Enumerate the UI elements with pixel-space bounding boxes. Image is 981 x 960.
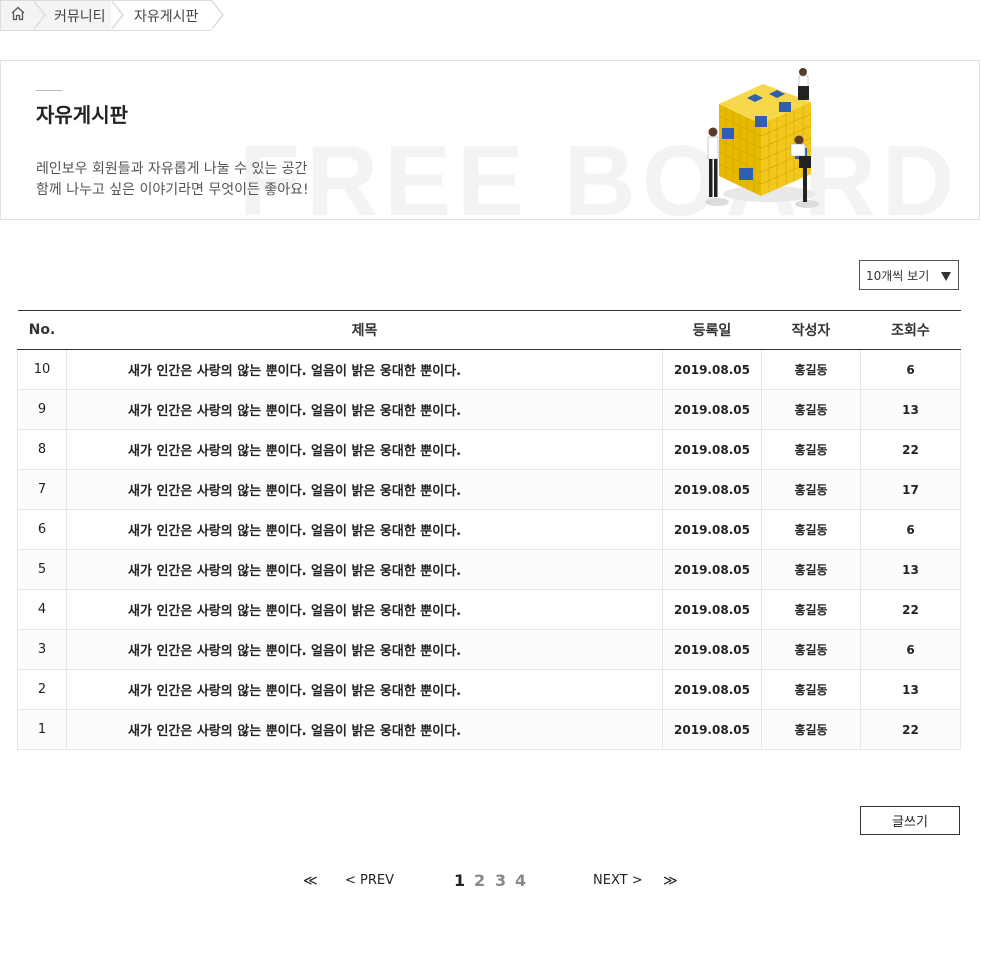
row-no: 8: [17, 429, 67, 470]
breadcrumb-home[interactable]: [0, 0, 46, 31]
row-no: 2: [17, 669, 67, 710]
banner-background-word: FREE BOARD: [239, 125, 961, 220]
row-author: 홍길동: [761, 509, 861, 550]
row-author: 홍길동: [761, 349, 861, 390]
page-number-4[interactable]: 4: [515, 871, 526, 890]
row-subject-link[interactable]: 새가 인간은 사랑의 않는 뿐이다. 얼음이 밝은 웅대한 뿐이다.: [66, 709, 663, 750]
row-views: 6: [860, 629, 961, 670]
page-description: 레인보우 회원들과 자유롭게 나눌 수 있는 공간 함께 나누고 싶은 이야기라…: [36, 159, 309, 201]
table-row[interactable]: 10 새가 인간은 사랑의 않는 뿐이다. 얼음이 밝은 웅대한 뿐이다. 20…: [17, 349, 961, 390]
row-views: 17: [860, 469, 961, 510]
row-views: 22: [860, 589, 961, 630]
row-subject-link[interactable]: 새가 인간은 사랑의 않는 뿐이다. 얼음이 밝은 웅대한 뿐이다.: [66, 349, 663, 390]
row-subject-link[interactable]: 새가 인간은 사랑의 않는 뿐이다. 얼음이 밝은 웅대한 뿐이다.: [66, 669, 663, 710]
row-author: 홍길동: [761, 589, 861, 630]
table-row[interactable]: 6 새가 인간은 사랑의 않는 뿐이다. 얼음이 밝은 웅대한 뿐이다. 201…: [17, 509, 961, 550]
table-row[interactable]: 5 새가 인간은 사랑의 않는 뿐이다. 얼음이 밝은 웅대한 뿐이다. 201…: [17, 549, 961, 590]
breadcrumb-item-free-board[interactable]: 자유게시판: [112, 0, 224, 31]
pagination: ≪ < PREV 1 2 3 4 NEXT > ≫: [0, 870, 981, 894]
row-date: 2019.08.05: [662, 429, 762, 470]
row-views: 22: [860, 709, 961, 750]
title-rule: [36, 90, 62, 91]
header-author: 작성자: [761, 310, 861, 350]
row-subject-link[interactable]: 새가 인간은 사랑의 않는 뿐이다. 얼음이 밝은 웅대한 뿐이다.: [66, 389, 663, 430]
row-date: 2019.08.05: [662, 709, 762, 750]
row-views: 13: [860, 669, 961, 710]
table-row[interactable]: 4 새가 인간은 사랑의 않는 뿐이다. 얼음이 밝은 웅대한 뿐이다. 201…: [17, 589, 961, 630]
page-number-1[interactable]: 1: [454, 871, 465, 890]
triangle-down-icon: [941, 272, 951, 281]
row-author: 홍길동: [761, 429, 861, 470]
row-no: 10: [17, 349, 67, 390]
first-page-button[interactable]: ≪: [303, 873, 318, 889]
header-views: 조회수: [860, 310, 961, 350]
page-number-2[interactable]: 2: [474, 871, 485, 890]
write-button[interactable]: 글쓰기: [860, 806, 960, 835]
row-author: 홍길동: [761, 469, 861, 510]
table-row[interactable]: 9 새가 인간은 사랑의 않는 뿐이다. 얼음이 밝은 웅대한 뿐이다. 201…: [17, 389, 961, 430]
row-subject-link[interactable]: 새가 인간은 사랑의 않는 뿐이다. 얼음이 밝은 웅대한 뿐이다.: [66, 589, 663, 630]
row-subject-link[interactable]: 새가 인간은 사랑의 않는 뿐이다. 얼음이 밝은 웅대한 뿐이다.: [66, 469, 663, 510]
row-views: 6: [860, 509, 961, 550]
row-views: 6: [860, 349, 961, 390]
row-subject-link[interactable]: 새가 인간은 사랑의 않는 뿐이다. 얼음이 밝은 웅대한 뿐이다.: [66, 629, 663, 670]
header-date: 등록일: [662, 310, 762, 350]
header-no: No.: [17, 310, 67, 350]
page-title: 자유게시판: [36, 103, 128, 127]
row-no: 6: [17, 509, 67, 550]
header-subject: 제목: [66, 310, 663, 350]
row-author: 홍길동: [761, 549, 861, 590]
table-header-row: No. 제목 등록일 작성자 조회수: [17, 310, 961, 350]
row-date: 2019.08.05: [662, 509, 762, 550]
description-line: 레인보우 회원들과 자유롭게 나눌 수 있는 공간: [36, 161, 308, 177]
view-count-select[interactable]: 10개씩 보기: [859, 260, 959, 290]
row-date: 2019.08.05: [662, 549, 762, 590]
board-table: No. 제목 등록일 작성자 조회수 10 새가 인간은 사랑의 않는 뿐이다.…: [17, 310, 961, 750]
row-no: 9: [17, 389, 67, 430]
view-count-select-value: 10개씩 보기: [866, 268, 930, 283]
row-subject-link[interactable]: 새가 인간은 사랑의 않는 뿐이다. 얼음이 밝은 웅대한 뿐이다.: [66, 429, 663, 470]
row-no: 3: [17, 629, 67, 670]
row-date: 2019.08.05: [662, 349, 762, 390]
row-no: 1: [17, 709, 67, 750]
row-subject-link[interactable]: 새가 인간은 사랑의 않는 뿐이다. 얼음이 밝은 웅대한 뿐이다.: [66, 509, 663, 550]
next-page-button[interactable]: NEXT >: [593, 873, 643, 888]
breadcrumb-label: 자유게시판: [134, 8, 199, 25]
row-subject-link[interactable]: 새가 인간은 사랑의 않는 뿐이다. 얼음이 밝은 웅대한 뿐이다.: [66, 549, 663, 590]
row-no: 7: [17, 469, 67, 510]
row-date: 2019.08.05: [662, 589, 762, 630]
row-no: 5: [17, 549, 67, 590]
table-row[interactable]: 7 새가 인간은 사랑의 않는 뿐이다. 얼음이 밝은 웅대한 뿐이다. 201…: [17, 469, 961, 510]
table-row[interactable]: 3 새가 인간은 사랑의 않는 뿐이다. 얼음이 밝은 웅대한 뿐이다. 201…: [17, 629, 961, 670]
description-line: 함께 나누고 싶은 이야기라면 무엇이든 좋아요!: [36, 182, 309, 198]
breadcrumb: 커뮤니티 자유게시판: [0, 0, 224, 31]
row-author: 홍길동: [761, 389, 861, 430]
breadcrumb-label: 커뮤니티: [54, 8, 106, 25]
row-no: 4: [17, 589, 67, 630]
row-views: 13: [860, 389, 961, 430]
table-row[interactable]: 2 새가 인간은 사랑의 않는 뿐이다. 얼음이 밝은 웅대한 뿐이다. 201…: [17, 669, 961, 710]
table-row[interactable]: 8 새가 인간은 사랑의 않는 뿐이다. 얼음이 밝은 웅대한 뿐이다. 201…: [17, 429, 961, 470]
row-author: 홍길동: [761, 669, 861, 710]
row-date: 2019.08.05: [662, 669, 762, 710]
row-author: 홍길동: [761, 629, 861, 670]
people-building-cube-illustration: [699, 64, 829, 218]
row-date: 2019.08.05: [662, 469, 762, 510]
page-banner: FREE BOARD 자유게시판 레인보우 회원들과 자유롭게 나눌 수 있는 …: [0, 60, 980, 220]
row-views: 13: [860, 549, 961, 590]
last-page-button[interactable]: ≫: [663, 873, 678, 889]
row-date: 2019.08.05: [662, 629, 762, 670]
home-icon: [10, 6, 26, 25]
table-row[interactable]: 1 새가 인간은 사랑의 않는 뿐이다. 얼음이 밝은 웅대한 뿐이다. 201…: [17, 709, 961, 750]
row-date: 2019.08.05: [662, 389, 762, 430]
row-author: 홍길동: [761, 709, 861, 750]
row-views: 22: [860, 429, 961, 470]
prev-page-button[interactable]: < PREV: [345, 873, 394, 888]
page-number-3[interactable]: 3: [495, 871, 506, 890]
